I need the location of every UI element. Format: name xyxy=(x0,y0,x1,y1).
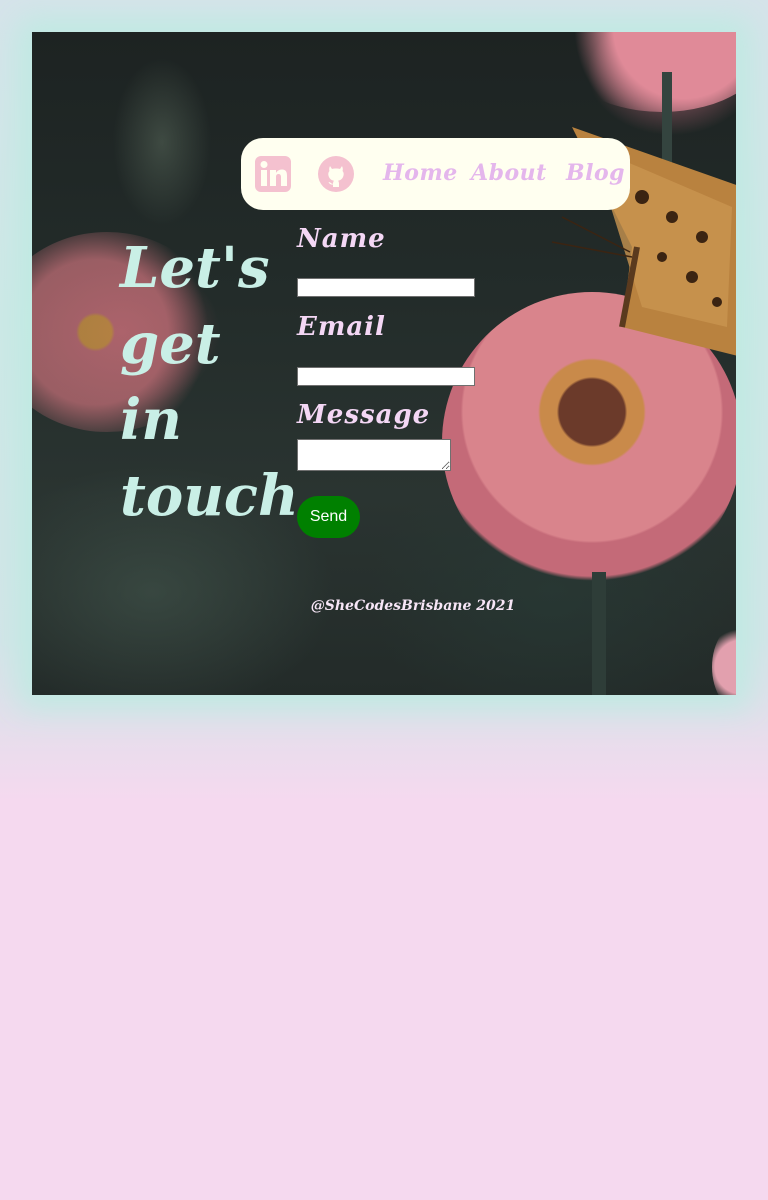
contact-card: Home About Blog Let's get in touch Name … xyxy=(32,32,736,695)
message-field[interactable] xyxy=(297,439,451,471)
nav-link-blog[interactable]: Blog xyxy=(566,160,625,186)
send-button[interactable]: Send xyxy=(297,496,360,538)
page-title-line: get xyxy=(120,311,221,377)
page-title: Let's get in touch xyxy=(120,230,300,534)
background-stem xyxy=(592,572,606,695)
page-title-line: Let's xyxy=(120,235,270,301)
message-label: Message xyxy=(297,400,431,430)
background-flower-top xyxy=(552,32,736,112)
linkedin-icon[interactable] xyxy=(255,156,291,192)
name-label: Name xyxy=(297,224,386,254)
nav-link-home[interactable]: Home xyxy=(383,160,458,186)
footer-credit: @SheCodesBrisbane 2021 xyxy=(310,598,516,614)
page-title-line: touch xyxy=(120,463,299,529)
github-icon[interactable] xyxy=(318,156,354,192)
background-flower-edge xyxy=(712,622,736,695)
email-field[interactable] xyxy=(297,367,475,386)
name-field[interactable] xyxy=(297,278,475,297)
nav-bar: Home About Blog xyxy=(241,138,630,210)
page-title-line: in xyxy=(120,387,182,453)
email-label: Email xyxy=(297,312,386,342)
nav-link-about[interactable]: About xyxy=(471,160,547,186)
